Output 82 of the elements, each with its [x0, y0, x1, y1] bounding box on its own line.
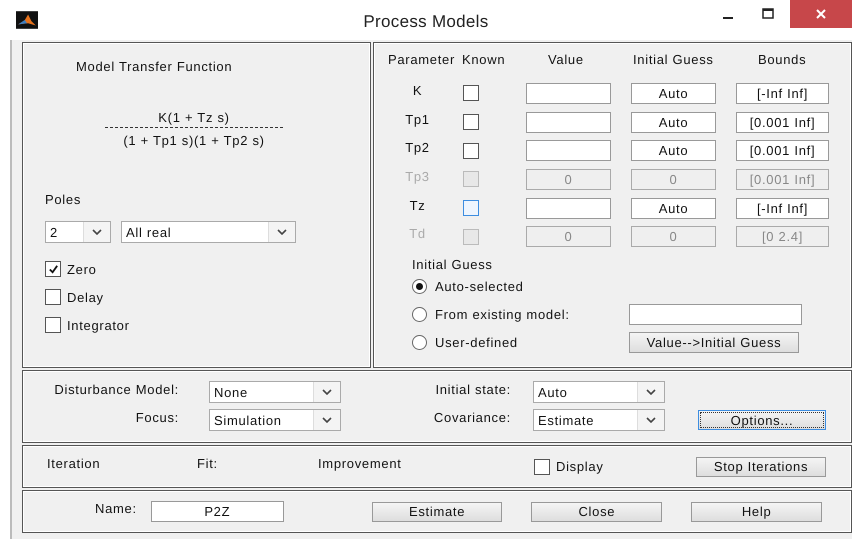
checkbox[interactable]	[534, 458, 550, 474]
model-name-field[interactable]	[629, 304, 802, 325]
checkbox[interactable]	[45, 261, 61, 277]
field-label: Focus:	[134, 410, 179, 424]
value-field[interactable]	[526, 112, 611, 133]
value-field[interactable]	[526, 82, 611, 104]
checkbox[interactable]	[463, 85, 479, 102]
section-label: Initial Guess	[412, 257, 494, 272]
field-label: Initial state:	[434, 382, 511, 396]
column-header: Value	[548, 52, 585, 69]
value-field[interactable]	[526, 198, 611, 219]
chevron-down-icon	[322, 389, 332, 395]
radio-button[interactable]	[412, 334, 427, 350]
initial-guess-field[interactable]: Auto	[631, 198, 716, 219]
field-label: Disturbance Model:	[53, 382, 179, 396]
column-header: Known	[462, 52, 506, 69]
column-header: Bounds	[758, 52, 806, 69]
radio-button[interactable]	[412, 278, 427, 294]
status-label: Improvement	[318, 456, 403, 471]
column-header: Initial Guess	[633, 52, 715, 69]
dropdown[interactable]: 2	[45, 221, 111, 243]
maximize-icon	[762, 8, 774, 20]
column-header: Parameter	[388, 52, 456, 69]
chevron-down-icon	[277, 229, 287, 235]
window-title: Process Models	[362, 12, 490, 32]
initial-guess-field[interactable]: Auto	[631, 82, 716, 104]
checkbox[interactable]	[463, 142, 479, 159]
poles-label: Poles	[45, 192, 82, 207]
chevron-down-icon	[322, 417, 332, 423]
radio-label: From existing model:	[435, 306, 571, 322]
bounds-field[interactable]: [-Inf Inf]	[736, 82, 829, 104]
close-button[interactable]	[790, 0, 852, 28]
minimize-icon	[723, 17, 733, 19]
status-label: Fit:	[197, 456, 219, 471]
parameter-name: Tp2	[404, 140, 431, 156]
name-field[interactable]: P2Z	[150, 501, 284, 522]
bounds-field[interactable]: [-Inf Inf]	[736, 198, 829, 219]
bounds-field[interactable]: [0.001 Inf]	[736, 112, 829, 133]
chevron-down-icon	[92, 229, 102, 235]
checkbox[interactable]	[45, 317, 61, 333]
dropdown[interactable]: None	[209, 381, 341, 403]
parameter-name: K	[412, 82, 424, 98]
initial-guess-field[interactable]: Auto	[631, 140, 716, 162]
radio-label: User-defined	[435, 334, 519, 350]
action-button[interactable]: Estimate	[372, 502, 502, 522]
app-logo-icon	[16, 11, 38, 29]
checkbox-label: Zero	[67, 262, 97, 276]
value-to-guess-button[interactable]: Value-->Initial Guess	[629, 332, 799, 353]
radio-label: Auto-selected	[435, 278, 525, 294]
status-label: Iteration	[47, 456, 102, 471]
parameter-name: Td	[408, 226, 427, 242]
action-button[interactable]: Close	[531, 502, 662, 522]
radio-button[interactable]	[412, 306, 427, 322]
dropdown[interactable]: Simulation	[209, 409, 341, 431]
checkbox-label: Display	[556, 459, 604, 474]
checkbox[interactable]	[463, 228, 479, 245]
field-label: Name:	[95, 501, 138, 516]
stop-iterations-button[interactable]: Stop Iterations	[696, 456, 826, 476]
chevron-down-icon	[646, 417, 656, 423]
bounds-field[interactable]: [0.001 Inf]	[736, 140, 829, 162]
value-field[interactable]	[526, 140, 611, 162]
dropdown[interactable]: Estimate	[533, 409, 665, 431]
panel-title: Model Transfer Function	[76, 59, 234, 74]
checkbox[interactable]	[463, 171, 479, 188]
checkbox-label: Integrator	[67, 318, 130, 332]
options-button[interactable]: Options...	[698, 410, 826, 430]
checkbox[interactable]	[463, 200, 479, 216]
initial-guess-field[interactable]: Auto	[631, 112, 716, 133]
dropdown[interactable]: Auto	[533, 381, 665, 403]
checkmark-icon	[48, 264, 58, 274]
field-label: Covariance:	[432, 410, 511, 424]
dropdown[interactable]: All real	[121, 221, 296, 243]
chevron-down-icon	[646, 389, 656, 395]
transfer-function-formula: K(1 + Tz s) (1 + Tp1 s)(1 + Tp2 s)	[105, 110, 283, 148]
checkbox[interactable]	[463, 114, 479, 130]
parameter-name: Tp3	[404, 168, 431, 184]
parameter-name: Tp1	[404, 112, 431, 127]
checkbox-label: Delay	[67, 290, 104, 304]
checkbox[interactable]	[45, 289, 61, 305]
parameter-name: Tz	[408, 198, 426, 213]
close-icon	[815, 8, 827, 20]
action-button[interactable]: Help	[691, 502, 822, 522]
